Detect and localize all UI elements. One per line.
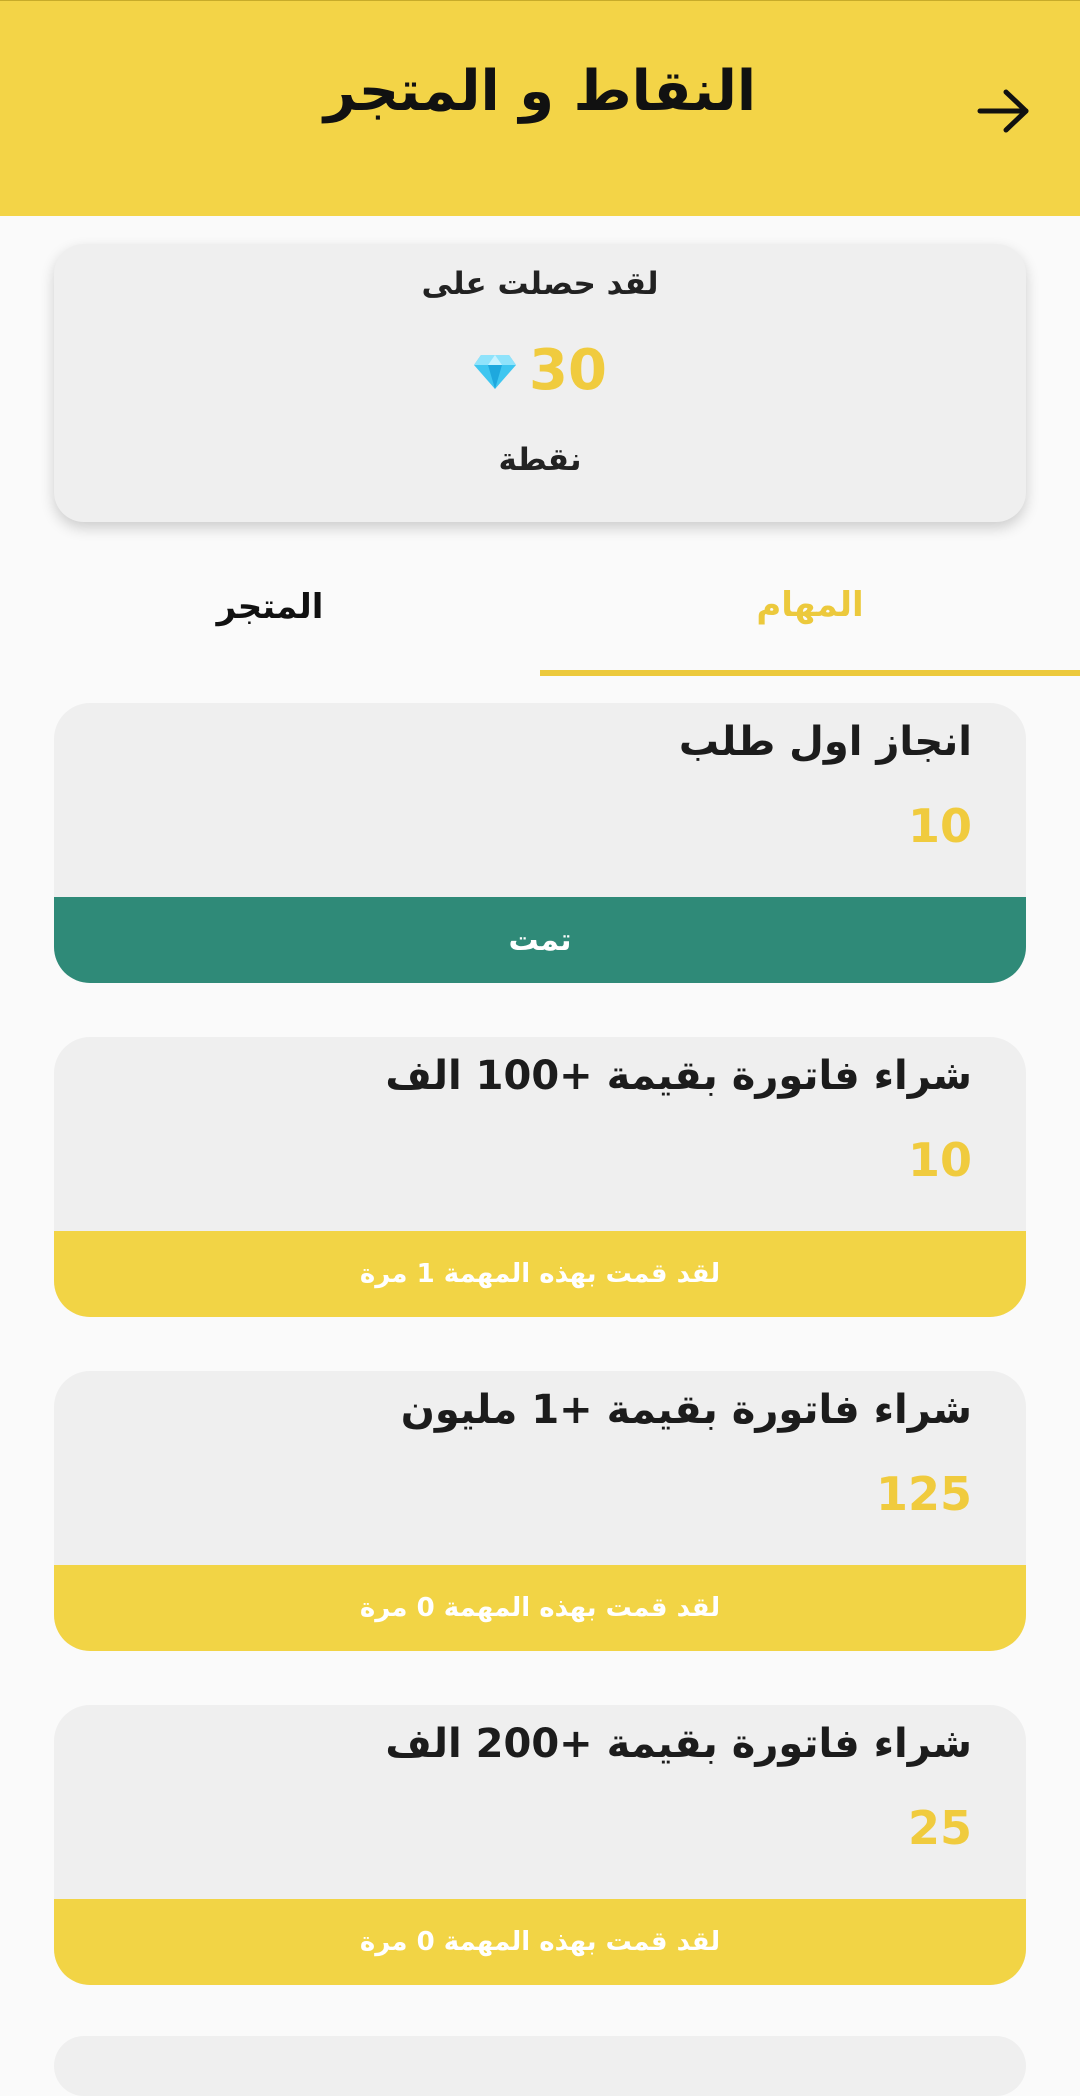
task-card: شراء فاتورة بقيمة +1 مليون 125 لقد قمت ب… [54, 1371, 1026, 1651]
task-status-button[interactable]: تمت [54, 897, 1026, 983]
task-points: 10 [907, 799, 972, 853]
task-status-button[interactable]: لقد قمت بهذه المهمة 1 مرة [54, 1231, 1026, 1317]
points-unit: نقطة [498, 442, 582, 478]
task-card: شراء فاتورة بقيمة +200 الف 25 لقد قمت به… [54, 1705, 1026, 1985]
points-label: لقد حصلت على [421, 266, 659, 302]
task-card: انجاز اول طلب 10 تمت [54, 703, 1026, 983]
tabs-bar: المهام المتجر [0, 540, 1080, 680]
task-title: انجاز اول طلب [678, 719, 972, 765]
points-row: 30 [54, 338, 1026, 403]
task-title: شراء فاتورة بقيمة +1 مليون [400, 1387, 972, 1433]
task-points: 10 [907, 1133, 972, 1187]
arrow-right-icon [977, 89, 1029, 133]
task-status-button[interactable]: لقد قمت بهذه المهمة 0 مرة [54, 1899, 1026, 1985]
task-status-button[interactable]: لقد قمت بهذه المهمة 0 مرة [54, 1565, 1026, 1651]
task-card-partial [54, 2036, 1026, 2096]
points-summary-card: لقد حصلت على 30 نقطة [54, 244, 1026, 522]
points-value: 30 [529, 338, 607, 403]
back-button[interactable] [964, 71, 1044, 151]
task-points: 125 [875, 1467, 972, 1521]
tab-tasks[interactable]: المهام [540, 540, 1080, 676]
page-title: النقاط و المتجر [323, 59, 757, 124]
task-title: شراء فاتورة بقيمة +100 الف [385, 1053, 972, 1099]
task-card: شراء فاتورة بقيمة +100 الف 10 لقد قمت به… [54, 1037, 1026, 1317]
task-title: شراء فاتورة بقيمة +200 الف [385, 1721, 972, 1767]
tab-store[interactable]: المتجر [0, 540, 540, 674]
diamond-icon [474, 354, 517, 389]
app-header: النقاط و المتجر [0, 0, 1080, 216]
task-points: 25 [907, 1801, 972, 1855]
